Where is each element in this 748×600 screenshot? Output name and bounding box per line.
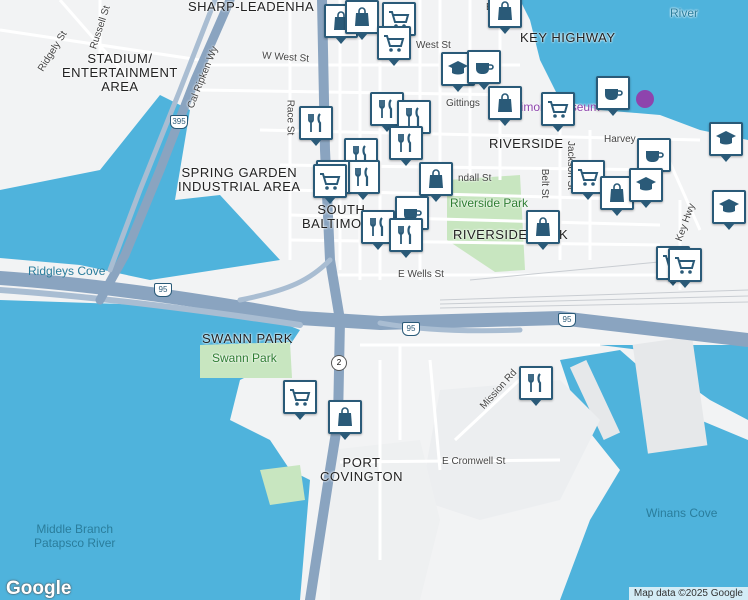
shopping-marker-icon[interactable]	[328, 400, 362, 440]
restaurant-marker-icon[interactable]	[299, 106, 333, 146]
cafe-icon	[605, 89, 623, 100]
shopping-icon	[429, 169, 443, 188]
restaurant-icon	[355, 167, 369, 186]
interstate-95-shield-mid: 95	[402, 322, 420, 336]
school-icon	[719, 199, 739, 213]
shopping-icon	[338, 407, 352, 426]
restaurant-marker-icon[interactable]	[389, 126, 423, 166]
grocery-icon	[320, 173, 341, 190]
grocery-icon	[675, 257, 696, 274]
grocery-marker-icon[interactable]	[541, 92, 575, 132]
shopping-marker-icon[interactable]	[345, 0, 379, 40]
cafe-marker-icon[interactable]	[596, 76, 630, 116]
grocery-marker-icon[interactable]	[283, 380, 317, 420]
shopping-marker-icon[interactable]	[526, 210, 560, 250]
restaurant-marker-icon[interactable]	[346, 160, 380, 200]
map-canvas[interactable]: SHARP-LEADENHA KEY HIGHWAY STADIUM/ ENTE…	[0, 0, 748, 600]
grocery-marker-icon[interactable]	[313, 164, 347, 204]
shopping-icon	[536, 217, 550, 236]
shopping-icon	[610, 183, 624, 202]
school-marker-icon[interactable]	[712, 190, 746, 230]
restaurant-marker-icon[interactable]	[389, 218, 423, 258]
grocery-icon	[384, 35, 405, 52]
restaurant-icon	[308, 113, 322, 132]
museum-icon[interactable]	[636, 90, 654, 108]
shopping-marker-icon[interactable]	[419, 162, 453, 202]
shopping-marker-icon[interactable]	[488, 86, 522, 126]
restaurant-icon	[528, 373, 542, 392]
map-attribution[interactable]: Map data ©2025 Google	[628, 587, 748, 600]
cafe-icon	[646, 151, 664, 162]
cafe-icon	[476, 63, 494, 74]
restaurant-marker-icon[interactable]	[519, 366, 553, 406]
restaurant-icon	[370, 217, 384, 236]
route-2-shield: 2	[331, 355, 347, 371]
grocery-marker-icon[interactable]	[377, 26, 411, 66]
google-logo[interactable]: Google	[6, 578, 71, 600]
school-icon	[716, 131, 736, 145]
interstate-395-shield: 395	[170, 115, 188, 129]
school-marker-icon[interactable]	[709, 122, 743, 162]
grocery-marker-icon[interactable]	[668, 248, 702, 288]
grocery-icon	[548, 101, 569, 118]
interstate-95-shield-west: 95	[154, 283, 172, 297]
cafe-marker-icon[interactable]	[637, 138, 671, 178]
shopping-icon	[355, 7, 369, 26]
grocery-icon	[578, 169, 599, 186]
interstate-95-shield-east: 95	[558, 313, 576, 327]
cafe-marker-icon[interactable]	[467, 50, 501, 90]
restaurant-icon	[398, 133, 412, 152]
restaurant-icon	[379, 99, 393, 118]
map-base-layer	[0, 0, 748, 600]
restaurant-icon	[398, 225, 412, 244]
grocery-icon	[290, 389, 311, 406]
school-icon	[636, 177, 656, 191]
school-marker-icon[interactable]	[629, 168, 663, 208]
shopping-icon	[498, 93, 512, 112]
shopping-icon	[498, 1, 512, 20]
shopping-marker-icon[interactable]	[488, 0, 522, 34]
